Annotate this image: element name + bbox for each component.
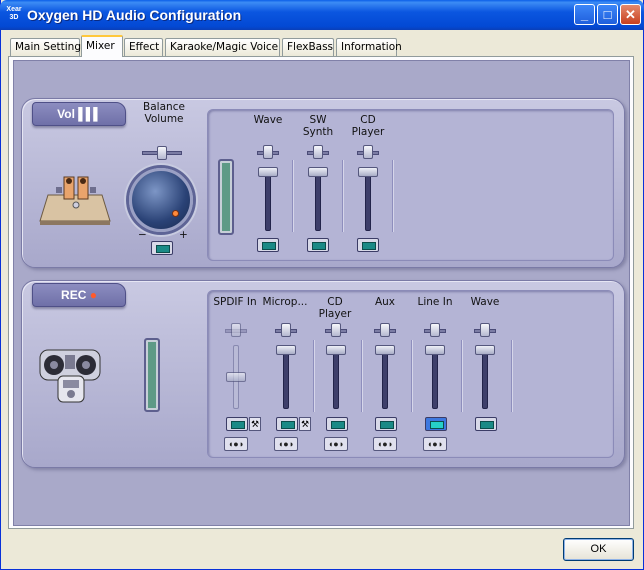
balance-plus-label: + <box>179 229 188 241</box>
cd-player-mute-button[interactable] <box>357 238 379 252</box>
tab-flexbass[interactable]: FlexBass <box>282 38 334 56</box>
tab-mixer[interactable]: Mixer <box>81 35 123 57</box>
rec-cd-player-select-button[interactable] <box>326 417 348 431</box>
aux-speaker-mute-icon[interactable]: ◖●◗ <box>373 437 397 451</box>
line-in-select-button[interactable] <box>425 417 447 431</box>
channel-label-sw-synth: SW Synth <box>302 114 334 138</box>
wave-mute-button[interactable] <box>257 238 279 252</box>
rec-channel-label-aux: Aux <box>374 296 396 308</box>
rec-cd-player-balance-thumb[interactable] <box>331 323 341 337</box>
volume-knob[interactable] <box>129 168 193 232</box>
microphone-speaker-mute-icon[interactable]: ◖●◗ <box>274 437 298 451</box>
master-mute-button[interactable] <box>151 241 173 255</box>
volume-bars-icon: ▌▌▌ <box>78 107 101 121</box>
wave-balance-thumb[interactable] <box>263 145 273 159</box>
app-logo-icon: Xear 3D <box>6 6 22 21</box>
rec-cd-player-speaker-mute-icon[interactable]: ◖●◗ <box>324 437 348 451</box>
window-title: Oxygen HD Audio Configuration <box>27 7 242 23</box>
balance-slider-thumb[interactable] <box>157 146 167 160</box>
rec-cd-player-volume-thumb[interactable] <box>326 345 346 355</box>
line-in-volume-thumb[interactable] <box>425 345 445 355</box>
channel-divider <box>392 160 393 232</box>
vol-plate: Vol ▌▌▌ <box>32 102 126 126</box>
rec-wave-volume-thumb[interactable] <box>475 345 495 355</box>
title-bar[interactable]: Xear 3D Oxygen HD Audio Configuration _ … <box>0 0 644 30</box>
tab-effect[interactable]: Effect <box>124 38 163 56</box>
spdif-in-speaker-mute-icon[interactable]: ◖●◗ <box>224 437 248 451</box>
microphone-settings-icon[interactable]: ⚒ <box>299 417 311 431</box>
record-level-meter <box>144 338 160 412</box>
microphone-select-button[interactable] <box>276 417 298 431</box>
channel-divider <box>342 160 343 232</box>
tab-karaoke-magic-voice[interactable]: Karaoke/Magic Voice <box>165 38 280 56</box>
rec-channel-label-line-in: Line In <box>417 296 453 308</box>
minimize-button[interactable]: _ <box>574 4 595 25</box>
spdif-in-select-button[interactable] <box>226 417 248 431</box>
rec-channel-label-cd-player: CD Player <box>318 296 352 320</box>
microphone-volume-thumb[interactable] <box>276 345 296 355</box>
sw-synth-mute-button[interactable] <box>307 238 329 252</box>
rec-channel-label-spdif-in: SPDIF In <box>213 296 257 308</box>
cd-player-balance-thumb[interactable] <box>363 145 373 159</box>
rec-plate: REC ● <box>32 283 126 307</box>
channel-label-cd-player: CD Player <box>351 114 385 138</box>
sw-synth-balance-thumb[interactable] <box>313 145 323 159</box>
wave-volume-thumb[interactable] <box>258 167 278 177</box>
channel-divider <box>292 160 293 232</box>
channel-divider <box>313 340 314 412</box>
spdif-in-balance-thumb[interactable] <box>231 323 241 337</box>
aux-balance-thumb[interactable] <box>380 323 390 337</box>
vol-plate-label: Vol <box>57 107 75 121</box>
spdif-in-settings-icon[interactable]: ⚒ <box>249 417 261 431</box>
boombox-icon <box>39 349 101 403</box>
aux-volume-thumb[interactable] <box>375 345 395 355</box>
rec-channel-label-wave: Wave <box>470 296 500 308</box>
line-in-speaker-mute-icon[interactable]: ◖●◗ <box>423 437 447 451</box>
aux-select-button[interactable] <box>375 417 397 431</box>
channel-divider <box>361 340 362 412</box>
maximize-icon: □ <box>603 7 612 22</box>
maximize-button[interactable]: □ <box>597 4 618 25</box>
channel-divider <box>411 340 412 412</box>
cd-player-volume-thumb[interactable] <box>358 167 378 177</box>
spdif-in-volume-thumb[interactable] <box>226 372 246 382</box>
rec-channel-label-microphone: Microp... <box>262 296 308 308</box>
balance-volume-label: Balance Volume <box>143 101 185 125</box>
microphone-balance-thumb[interactable] <box>281 323 291 337</box>
speaker-stand-icon <box>39 176 111 225</box>
sw-synth-volume-thumb[interactable] <box>308 167 328 177</box>
playback-level-meter <box>218 159 234 235</box>
tab-information[interactable]: Information <box>336 38 402 56</box>
tab-main-setting[interactable]: Main Setting <box>10 38 81 56</box>
minimize-icon: _ <box>580 7 589 22</box>
close-icon: ✕ <box>625 7 636 22</box>
rec-wave-balance-thumb[interactable] <box>480 323 490 337</box>
channel-label-wave: Wave <box>253 114 283 126</box>
line-in-balance-thumb[interactable] <box>430 323 440 337</box>
record-dot-icon: ● <box>89 288 97 302</box>
channel-divider <box>461 340 462 412</box>
balance-minus-label: − <box>138 229 147 241</box>
rec-wave-select-button[interactable] <box>475 417 497 431</box>
channel-divider <box>511 340 512 412</box>
ok-button[interactable]: OK <box>563 538 634 561</box>
volume-knob-indicator <box>172 210 179 217</box>
close-button[interactable]: ✕ <box>620 4 641 25</box>
rec-plate-label: REC <box>61 288 87 302</box>
